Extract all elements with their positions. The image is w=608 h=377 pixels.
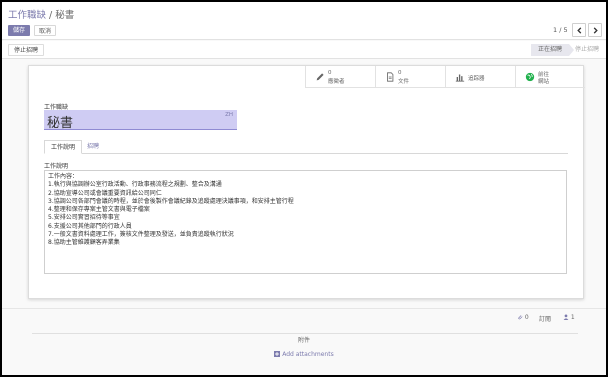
description-line: 7.一般文書資料處理工作，簽核文件整理及發送，並負責追蹤執行狀況 [48, 231, 234, 239]
report-smart-button[interactable]: 追踪器 [445, 66, 515, 88]
stage-recruiting[interactable]: 正在招聘 [531, 44, 569, 56]
description-line: 3.協調公司各部門會議的時程，並於會後製作會議紀錄及追蹤處理決議事項，和安排主管… [48, 197, 294, 205]
stop-recruitment-button[interactable]: 停止招聘 [8, 44, 45, 56]
website-label-line2: 網站 [538, 79, 550, 85]
job-position-value: 秘書 [47, 116, 74, 131]
job-description-label: 工作說明 [44, 163, 69, 170]
globe-icon [525, 72, 535, 82]
website-smart-button[interactable]: 前往 網站 [515, 66, 585, 88]
tab-job-summary[interactable]: 工作說明 [44, 140, 83, 154]
description-line: 1.執行與協調辦公室行政活動、行政事務流程之規劃、整合及溝通 [48, 181, 222, 189]
attachment-count-value: 0 [524, 314, 529, 321]
applications-smart-button[interactable]: 0 應徵者 [305, 66, 375, 88]
smart-button-box: 0 應徵者 0 文件 追踪器 前往 網站 [305, 66, 585, 88]
follow-button[interactable]: 訂閱 [539, 314, 551, 323]
attachments-divider [32, 333, 578, 334]
add-attachments-label: Add attachments [282, 351, 334, 358]
breadcrumb-current: 秘書 [55, 10, 75, 21]
description-line: 5.安排公司實習招待等事宜 [48, 214, 120, 222]
breadcrumb-parent-link[interactable]: 工作職缺 [8, 10, 46, 21]
language-badge[interactable]: ZH [225, 112, 233, 118]
breadcrumb-separator: / [46, 10, 56, 21]
chevron-right-icon [593, 27, 598, 34]
pager-next-button[interactable] [588, 23, 602, 37]
file-icon [387, 72, 394, 82]
chatter-divider [2, 308, 606, 309]
job-description-textarea[interactable]: 工作內容： 1.執行與協調辦公室行政活動、行政事務流程之規劃、整合及溝通 2.協… [44, 170, 567, 274]
save-button[interactable]: 儲存 [8, 25, 30, 36]
description-line: 2.協助宣導公司或會議重要資訊給公司同仁 [48, 189, 162, 197]
tab-recruitment[interactable]: 招聘 [81, 140, 105, 154]
description-line: 6.支援公司其他部門的行政人員 [48, 222, 132, 230]
attachments-title: 附件 [297, 337, 310, 344]
bar-chart-icon [455, 74, 465, 82]
form-sheet: 0 應徵者 0 文件 追踪器 前往 網站 工作職缺 秘書 ZH 工作說明 招聘 … [28, 65, 585, 299]
applications-count: 0 [328, 70, 332, 76]
pager-value[interactable]: 1 / 5 [553, 26, 568, 34]
job-position-input[interactable]: 秘書 ZH [44, 110, 237, 131]
control-panel: 工作職缺 / 秘書 儲存 取消 1 / 5 [2, 2, 606, 40]
app-window: 工作職缺 / 秘書 儲存 取消 1 / 5 停止招聘 正在招聘 停止招聘 0 應… [2, 2, 606, 375]
add-attachments-button[interactable]: Add attachments [2, 351, 606, 358]
form-statusbar: 停止招聘 正在招聘 停止招聘 [2, 41, 606, 59]
pencil-icon [316, 73, 324, 81]
documents-label: 文件 [398, 79, 410, 85]
notebook-tabs: 工作說明 招聘 [44, 140, 568, 154]
breadcrumb: 工作職缺 / 秘書 [8, 7, 74, 21]
stage-arrow [569, 44, 574, 56]
report-label: 追踪器 [468, 76, 485, 82]
pager-previous-button[interactable] [572, 23, 586, 37]
discard-button[interactable]: 取消 [34, 25, 56, 36]
documents-count: 0 [398, 70, 402, 76]
description-line: 8.協助主管維護顧客弄業集 [48, 239, 120, 247]
paperclip-icon [518, 315, 523, 320]
documents-smart-button[interactable]: 0 文件 [375, 66, 445, 88]
description-line: 4.整理和保存專案主管文書與電子檔案 [48, 206, 150, 214]
stage-not-recruiting[interactable]: 停止招聘 [575, 44, 599, 56]
attachment-count[interactable]: 0 [517, 314, 529, 321]
applications-label: 應徵者 [328, 79, 345, 85]
chevron-left-icon [577, 27, 582, 34]
followers-button[interactable]: 1 [563, 314, 575, 321]
plus-icon [274, 351, 281, 357]
follower-count: 1 [570, 314, 575, 321]
user-icon [563, 314, 569, 320]
